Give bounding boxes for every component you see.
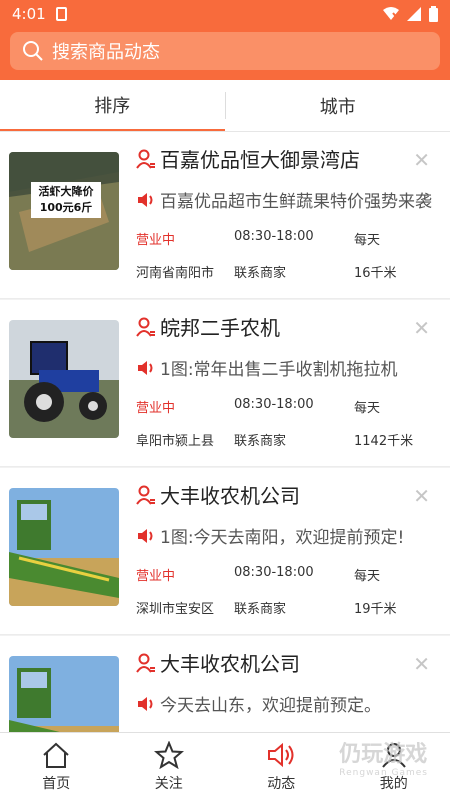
signal-icon (407, 7, 421, 21)
tab-city-label: 城市 (319, 96, 356, 118)
promo-text: 今天去山东，欢迎提前预定。 (136, 691, 381, 716)
info-row-location: 河南省南阳市 联系商家 16千米 (136, 262, 436, 281)
promo-text: 百嘉优品超市生鲜蔬果特价强势来袭 (136, 187, 432, 212)
store-distance: 16千米 (354, 266, 397, 281)
store-name[interactable]: 大丰收农机公司 (136, 480, 300, 509)
store-name[interactable]: 百嘉优品恒大御景湾店 (136, 144, 360, 173)
store-location: 阜阳市颍上县 (136, 434, 215, 449)
image-caption-line2: 100元6斤 (39, 201, 93, 214)
store-name-text: 皖邦二手农机 (160, 316, 280, 340)
search-icon (23, 41, 43, 61)
tab-sort[interactable]: 排序 (0, 80, 225, 131)
list-item[interactable]: 大丰收农机公司 ✕ 今天去山东，欢迎提前预定。 (0, 636, 450, 732)
status-time: 4:01 (12, 5, 46, 23)
store-distance: 1142千米 (354, 434, 414, 449)
open-status: 营业中 (136, 569, 176, 584)
watermark: 仍玩游戏 Rengwan Games (339, 736, 428, 778)
speaker-icon (138, 528, 153, 543)
business-days: 每天 (354, 401, 381, 416)
speaker-icon (138, 696, 153, 711)
close-icon[interactable]: ✕ (413, 148, 430, 172)
open-status: 营业中 (136, 233, 176, 248)
home-icon (43, 742, 69, 768)
star-icon (153, 740, 184, 769)
info-row-status: 营业中 08:30-18:00 每天 (136, 397, 436, 416)
store-thumbnail (9, 320, 119, 438)
speaker-icon (138, 192, 153, 207)
business-hours: 08:30-18:00 (234, 397, 314, 412)
nav-follow[interactable]: 关注 (113, 733, 226, 800)
sim-card-icon (55, 7, 67, 21)
list-item[interactable]: 皖邦二手农机 ✕ 1图:常年出售二手收割机拖拉机 营业中 08:30-18:00… (0, 300, 450, 467)
promo-text: 1图:今天去南阳，欢迎提前预定! (136, 523, 404, 548)
promo-text-value: 今天去山东，欢迎提前预定。 (160, 696, 381, 716)
search-input[interactable]: 搜索商品动态 (10, 32, 440, 70)
business-hours: 08:30-18:00 (234, 565, 314, 580)
tab-sort-label: 排序 (94, 95, 131, 117)
store-name-text: 百嘉优品恒大御景湾店 (160, 148, 360, 172)
speaker-icon (138, 360, 153, 375)
open-status: 营业中 (136, 401, 176, 416)
status-bar: 4:01 (0, 0, 450, 28)
wifi-icon (383, 7, 399, 20)
business-hours: 08:30-18:00 (234, 229, 314, 244)
header: 搜索商品动态 (0, 28, 450, 80)
store-name-text: 大丰收农机公司 (160, 484, 300, 508)
contact-merchant-link[interactable]: 联系商家 (234, 262, 354, 281)
close-icon[interactable]: ✕ (413, 652, 430, 676)
info-row-location: 阜阳市颍上县 联系商家 1142千米 (136, 430, 436, 449)
store-thumbnail: 活虾大降价 100元6斤 (9, 152, 119, 270)
store-location: 河南省南阳市 (136, 266, 215, 281)
image-caption-line1: 活虾大降价 (38, 185, 94, 198)
merchant-icon (136, 149, 155, 169)
store-location: 深圳市宝安区 (136, 602, 215, 617)
watermark-subtext: Rengwan Games (339, 768, 428, 778)
watermark-text: 仍玩游戏 (339, 742, 428, 767)
store-thumbnail (9, 656, 119, 732)
list-item[interactable]: 活虾大降价 100元6斤 百嘉优品恒大御景湾店 ✕ 百嘉优品超市生鲜蔬果特价强势… (0, 132, 450, 299)
battery-icon (429, 6, 438, 22)
merchant-icon (136, 317, 155, 337)
tab-city[interactable]: 城市 (226, 80, 450, 131)
promo-text-value: 1图:常年出售二手收割机拖拉机 (160, 360, 398, 380)
store-distance: 19千米 (354, 602, 397, 617)
promo-text-value: 1图:今天去南阳，欢迎提前预定! (160, 528, 405, 548)
store-name[interactable]: 大丰收农机公司 (136, 648, 300, 677)
list-item[interactable]: 大丰收农机公司 ✕ 1图:今天去南阳，欢迎提前预定! 营业中 08:30-18:… (0, 468, 450, 635)
filter-tabs: 排序 城市 (0, 80, 450, 132)
store-name-text: 大丰收农机公司 (160, 652, 300, 676)
nav-home-label: 首页 (42, 775, 71, 792)
close-icon[interactable]: ✕ (413, 316, 430, 340)
store-name[interactable]: 皖邦二手农机 (136, 312, 280, 341)
search-placeholder: 搜索商品动态 (52, 42, 160, 63)
nav-home[interactable]: 首页 (0, 733, 113, 800)
info-row-status: 营业中 08:30-18:00 每天 (136, 565, 436, 584)
promo-text-value: 百嘉优品超市生鲜蔬果特价强势来袭 (160, 192, 432, 212)
close-icon[interactable]: ✕ (413, 484, 430, 508)
nav-follow-label: 关注 (154, 775, 183, 792)
nav-feed-label: 动态 (267, 775, 296, 792)
store-list: 活虾大降价 100元6斤 百嘉优品恒大御景湾店 ✕ 百嘉优品超市生鲜蔬果特价强势… (0, 132, 450, 732)
contact-merchant-link[interactable]: 联系商家 (234, 598, 354, 617)
info-row-location: 深圳市宝安区 联系商家 19千米 (136, 598, 436, 617)
business-days: 每天 (354, 233, 381, 248)
nav-feed[interactable]: 动态 (225, 733, 338, 800)
store-thumbnail (9, 488, 119, 606)
speaker-icon (268, 742, 294, 767)
info-row-status: 营业中 08:30-18:00 每天 (136, 229, 436, 248)
promo-text: 1图:常年出售二手收割机拖拉机 (136, 355, 398, 380)
business-days: 每天 (354, 569, 381, 584)
merchant-icon (136, 653, 155, 673)
contact-merchant-link[interactable]: 联系商家 (234, 430, 354, 449)
merchant-icon (136, 485, 155, 505)
